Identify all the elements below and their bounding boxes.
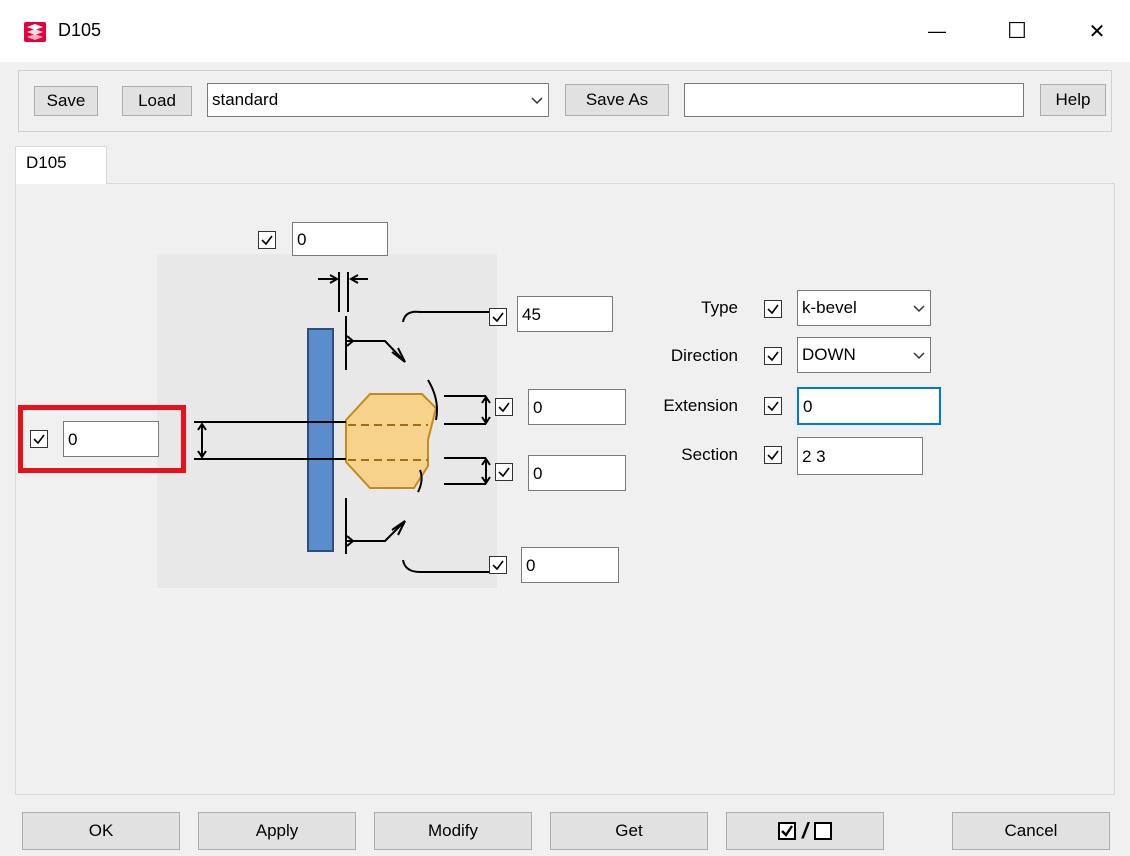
upper-gap-checkbox[interactable] (495, 398, 513, 416)
left-offset-checkbox[interactable] (30, 430, 48, 448)
check-icon (767, 304, 779, 315)
check-icon (492, 560, 504, 571)
check-icon (767, 351, 779, 362)
check-icon (767, 450, 779, 461)
cancel-button[interactable]: Cancel (952, 812, 1110, 850)
check-icon (498, 402, 510, 413)
top-offset-input[interactable]: 0 (292, 222, 388, 256)
section-checkbox[interactable] (764, 446, 782, 464)
direction-value: DOWN (802, 345, 856, 364)
top-offset-checkbox[interactable] (258, 231, 276, 249)
toggle-slash: / (801, 818, 809, 843)
extension-input[interactable]: 0 (797, 387, 941, 425)
unchecked-box-icon (814, 822, 833, 840)
section-label: Section (681, 445, 738, 464)
check-icon (33, 434, 45, 445)
section-input[interactable]: 2 3 (797, 437, 923, 475)
type-label: Type (701, 298, 738, 317)
extension-checkbox[interactable] (764, 397, 782, 415)
checked-box-icon (777, 822, 796, 840)
direction-select[interactable]: DOWN (797, 337, 931, 373)
ok-button[interactable]: OK (22, 812, 180, 850)
chevron-down-icon (913, 305, 925, 313)
bottom-offset-input[interactable]: 0 (521, 547, 619, 583)
check-icon (261, 235, 273, 246)
bevel-shape (345, 393, 438, 489)
left-offset-input[interactable]: 0 (63, 421, 159, 457)
direction-label: Direction (670, 346, 738, 365)
bottom-offset-checkbox[interactable] (489, 556, 507, 574)
vertical-plate (307, 328, 334, 552)
angle-input[interactable]: 45 (517, 296, 613, 332)
chevron-down-icon (913, 352, 925, 360)
type-checkbox[interactable] (764, 300, 782, 318)
apply-button[interactable]: Apply (198, 812, 356, 850)
get-button[interactable]: Get (550, 812, 708, 850)
type-select[interactable]: k-bevel (797, 290, 931, 326)
modify-button[interactable]: Modify (374, 812, 532, 850)
direction-checkbox[interactable] (764, 347, 782, 365)
type-value: k-bevel (802, 298, 857, 317)
check-icon (492, 312, 504, 323)
toggle-all-button[interactable]: / (726, 812, 884, 850)
check-icon (767, 401, 779, 412)
extension-label: Extension (663, 396, 738, 415)
lower-gap-checkbox[interactable] (495, 463, 513, 481)
angle-checkbox[interactable] (489, 308, 507, 326)
check-icon (498, 467, 510, 478)
